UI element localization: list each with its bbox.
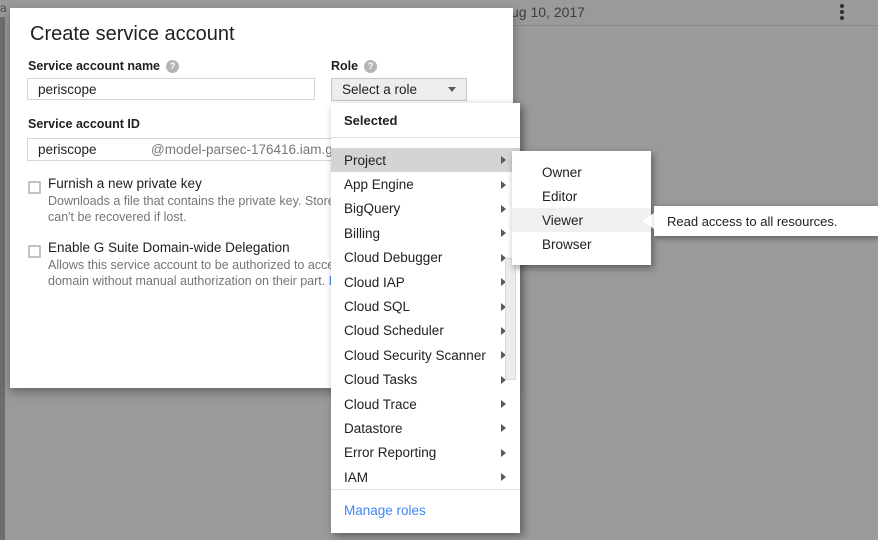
furnish-key-desc-line2: can't be recovered if lost. (48, 210, 187, 224)
role-menu-item-billing[interactable]: Billing (331, 221, 520, 245)
role-menu-list: Project App Engine BigQuery Billing Cloud De… (331, 138, 520, 489)
submenu-item-label: Owner (542, 165, 582, 180)
role-menu-item-cloud-trace[interactable]: Cloud Trace (331, 392, 520, 416)
role-tooltip: Read access to all resources. (654, 206, 878, 236)
role-menu-item-iam[interactable]: IAM (331, 465, 520, 489)
background-scrollbar (0, 17, 5, 540)
submenu-item-label: Viewer (542, 213, 583, 228)
submenu-arrow-icon (501, 400, 506, 408)
gsuite-desc-line1: Allows this service account to be author… (48, 258, 363, 272)
service-account-name-input[interactable] (27, 78, 315, 100)
dialog-title: Create service account (30, 23, 235, 46)
menu-item-label: Cloud Debugger (344, 250, 501, 265)
role-select[interactable]: Select a role (331, 78, 467, 101)
role-menu-item-cloud-debugger[interactable]: Cloud Debugger (331, 246, 520, 270)
menu-item-label: Cloud Security Scanner (344, 348, 501, 363)
manage-roles-link[interactable]: Manage roles (331, 490, 520, 530)
project-role-submenu: Owner Editor Viewer Browser (512, 151, 651, 265)
role-menu-item-cloud-iap[interactable]: Cloud IAP (331, 270, 520, 294)
role-menu-item-datastore[interactable]: Datastore (331, 416, 520, 440)
menu-item-label: Cloud IAP (344, 275, 501, 290)
submenu-arrow-icon (501, 181, 506, 189)
submenu-item-browser[interactable]: Browser (512, 232, 651, 256)
service-account-name-label: Service account name ? (28, 59, 179, 73)
tooltip-arrow-icon (642, 213, 654, 229)
more-options-icon[interactable] (840, 4, 844, 20)
menu-item-label: IAM (344, 470, 501, 485)
background-text-fragment: a (0, 1, 7, 15)
role-dropdown-menu: Selected Project App Engine BigQuery Billin… (331, 103, 520, 533)
menu-item-label: Cloud SQL (344, 299, 501, 314)
furnish-key-desc-line1: Downloads a file that contains the priva… (48, 194, 375, 208)
menu-item-label: Cloud Trace (344, 397, 501, 412)
menu-item-label: Error Reporting (344, 445, 501, 460)
menu-item-label: Cloud Tasks (344, 372, 501, 387)
role-menu-item-cloud-sql[interactable]: Cloud SQL (331, 294, 520, 318)
submenu-item-label: Editor (542, 189, 577, 204)
furnish-key-label: Furnish a new private key (48, 176, 202, 191)
menu-item-label: Billing (344, 226, 501, 241)
submenu-item-viewer[interactable]: Viewer (512, 208, 651, 232)
submenu-arrow-icon (501, 449, 506, 457)
role-menu-item-cloud-scheduler[interactable]: Cloud Scheduler (331, 319, 520, 343)
role-menu-item-app-engine[interactable]: App Engine (331, 172, 520, 196)
submenu-item-label: Browser (542, 237, 592, 252)
service-account-id-value: periscope (38, 142, 151, 157)
background-date-text: ug 10, 2017 (511, 4, 585, 20)
gsuite-desc-line2: domain without manual authorization on t… (48, 274, 361, 288)
role-menu-header: Selected (331, 103, 520, 138)
service-account-id-label: Service account ID (28, 117, 140, 131)
role-menu-item-bigquery[interactable]: BigQuery (331, 197, 520, 221)
submenu-arrow-icon (501, 473, 506, 481)
furnish-key-checkbox[interactable] (28, 181, 41, 194)
screen: a ug 10, 2017 Create service account Ser… (0, 0, 878, 540)
menu-item-label: Datastore (344, 421, 501, 436)
menu-scrollbar-thumb[interactable] (505, 258, 516, 380)
help-icon[interactable]: ? (364, 60, 377, 73)
role-select-value: Select a role (342, 82, 417, 97)
menu-item-label: Project (344, 153, 501, 168)
role-menu-item-project[interactable]: Project (331, 148, 520, 172)
help-icon[interactable]: ? (166, 60, 179, 73)
submenu-arrow-icon (501, 156, 506, 164)
chevron-down-icon (448, 87, 456, 92)
tooltip-text: Read access to all resources. (667, 214, 838, 229)
role-menu-item-error-reporting[interactable]: Error Reporting (331, 441, 520, 465)
submenu-item-owner[interactable]: Owner (512, 160, 651, 184)
submenu-arrow-icon (501, 424, 506, 432)
gsuite-delegation-label: Enable G Suite Domain-wide Delegation (48, 240, 290, 255)
role-label: Role ? (331, 59, 377, 73)
menu-item-label: BigQuery (344, 201, 501, 216)
background-topbar-divider (513, 25, 878, 26)
service-account-id-domain: @model-parsec-176416.iam.gs (151, 142, 340, 157)
menu-item-label: Cloud Scheduler (344, 323, 501, 338)
submenu-arrow-icon (501, 205, 506, 213)
menu-item-label: App Engine (344, 177, 501, 192)
gsuite-delegation-checkbox[interactable] (28, 245, 41, 258)
submenu-arrow-icon (501, 229, 506, 237)
role-menu-item-cloud-tasks[interactable]: Cloud Tasks (331, 368, 520, 392)
role-menu-item-cloud-security-scanner[interactable]: Cloud Security Scanner (331, 343, 520, 367)
submenu-item-editor[interactable]: Editor (512, 184, 651, 208)
